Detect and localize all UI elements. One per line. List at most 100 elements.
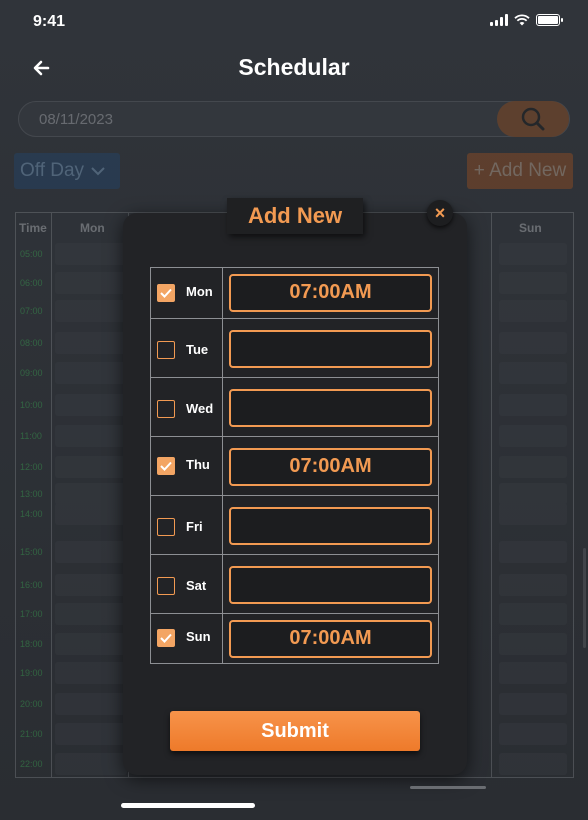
time-label: 06:00 [20,278,43,288]
thu-checkbox[interactable] [157,456,175,475]
schedule-cell[interactable] [55,603,127,625]
check-icon [160,288,172,298]
battery-icon [536,14,563,26]
tue-time-input[interactable] [229,329,432,368]
wed-time-input[interactable] [229,388,432,427]
day-row-sun: Sun 07:00AM [151,614,438,663]
schedule-cell[interactable] [499,603,567,625]
day-label: Mon [186,283,213,299]
schedule-cell[interactable] [55,541,127,563]
time-label: 10:00 [20,400,43,410]
day-row-thu: Thu 07:00AM [151,437,438,496]
schedule-cell[interactable] [499,332,567,354]
modal-title: Add New [227,198,363,234]
schedule-cell[interactable] [55,693,127,715]
submit-button[interactable]: Submit [170,711,420,751]
schedule-cell[interactable] [499,574,567,596]
day-label: Sat [186,577,207,593]
fri-time-input[interactable] [229,506,432,545]
schedule-cell[interactable] [55,300,127,322]
check-icon [160,461,172,471]
wifi-icon [514,14,530,26]
sun-checkbox[interactable] [157,628,175,647]
schedule-cell[interactable] [55,753,127,775]
schedule-cell[interactable] [55,394,127,416]
schedule-cell[interactable] [55,243,127,265]
sat-time-input[interactable] [229,565,432,604]
schedule-cell[interactable] [55,425,127,447]
time-label: 18:00 [20,639,43,649]
search-icon [521,107,545,131]
date-search-value: 08/11/2023 [39,111,113,128]
page-title: Schedular [238,54,350,80]
wed-checkbox[interactable] [157,399,175,418]
schedule-cell[interactable] [499,272,567,294]
sun-time-input[interactable]: 07:00AM [229,619,432,658]
schedule-cell[interactable] [55,503,127,525]
schedule-cell[interactable] [499,633,567,655]
chevron-down-icon [91,167,105,176]
thu-time-input[interactable]: 07:00AM [229,447,432,486]
time-label: 12:00 [20,462,43,472]
time-label: 09:00 [20,368,43,378]
vertical-scrollbar[interactable] [583,548,586,648]
fri-checkbox[interactable] [157,517,175,536]
grid-header-mon: Mon [80,221,105,235]
day-label: Wed [186,400,214,416]
screen: 9:41 Schedular 08/11/2023 Off Day + Add … [0,0,588,820]
time-label: 07:00 [20,306,43,316]
schedule-cell[interactable] [499,541,567,563]
time-label: 13:00 [20,489,43,499]
time-label: 20:00 [20,699,43,709]
time-label: 16:00 [20,580,43,590]
schedule-cell[interactable] [499,503,567,525]
schedule-cell[interactable] [499,456,567,478]
schedule-cell[interactable] [499,483,567,505]
day-label: Tue [186,341,209,357]
day-label: Thu [186,456,210,472]
close-button[interactable]: × [427,200,453,226]
schedule-cell[interactable] [499,362,567,384]
status-time: 9:41 [33,13,66,30]
sat-checkbox[interactable] [157,576,175,595]
schedule-cell[interactable] [55,633,127,655]
schedule-cell[interactable] [55,272,127,294]
mon-time-input[interactable]: 07:00AM [229,273,432,312]
schedule-cell[interactable] [55,574,127,596]
day-row-mon: Mon 07:00AM [151,268,438,319]
time-label: 19:00 [20,668,43,678]
time-label: 05:00 [20,249,43,259]
off-day-dropdown[interactable]: Off Day [14,153,120,189]
schedule-cell[interactable] [499,753,567,775]
day-table: Mon 07:00AM Tue Wed Thu 07:00AM Fri Sat Sun 07:00… [150,267,439,664]
schedule-cell[interactable] [499,394,567,416]
time-label: 17:00 [20,609,43,619]
schedule-cell[interactable] [55,483,127,505]
check-icon [160,633,172,643]
close-icon: × [434,203,446,223]
tue-checkbox[interactable] [157,340,175,359]
schedule-cell[interactable] [55,456,127,478]
schedule-cell[interactable] [55,723,127,745]
schedule-cell[interactable] [499,693,567,715]
schedule-cell[interactable] [499,425,567,447]
day-label: Fri [186,518,203,534]
grid-header-time: Time [19,221,47,235]
schedule-cell[interactable] [55,362,127,384]
date-search-field[interactable]: 08/11/2023 [18,101,570,137]
time-label: 21:00 [20,729,43,739]
mon-checkbox[interactable] [157,283,175,302]
horizontal-scrollbar[interactable] [410,786,486,789]
schedule-cell[interactable] [499,662,567,684]
day-row-sat: Sat [151,555,438,614]
schedule-cell[interactable] [499,723,567,745]
time-label: 22:00 [20,759,43,769]
schedule-cell[interactable] [499,243,567,265]
day-label: Sun [186,628,211,644]
add-new-button[interactable]: + Add New [467,153,573,189]
schedule-cell[interactable] [55,332,127,354]
home-indicator [121,803,255,808]
schedule-cell[interactable] [499,300,567,322]
search-button[interactable] [497,101,569,137]
schedule-cell[interactable] [55,662,127,684]
